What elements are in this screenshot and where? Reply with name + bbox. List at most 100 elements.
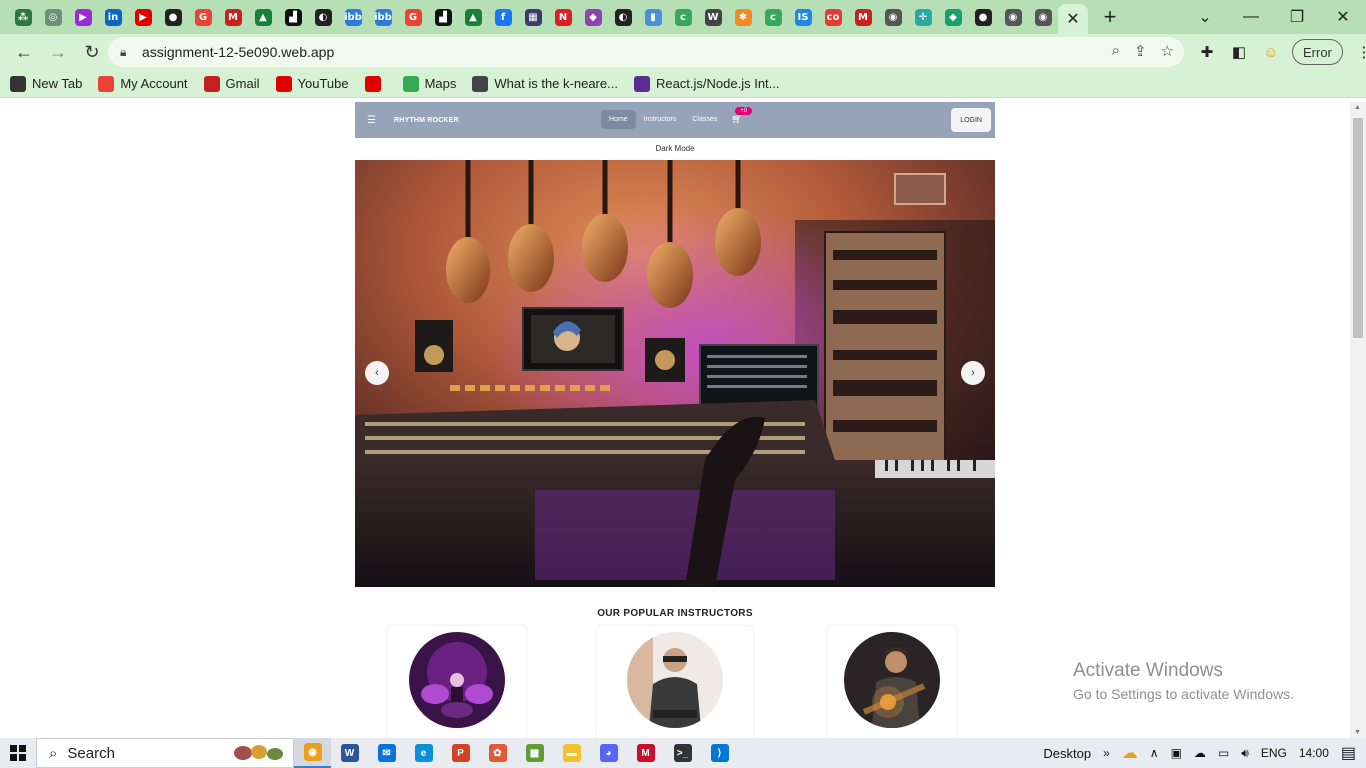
gmail-tab-icon-2[interactable]: M [848, 0, 878, 34]
drive-tab-icon-2[interactable]: ▲ [458, 0, 488, 34]
extensions-puzzle-icon[interactable]: ✚ [1196, 43, 1218, 61]
toolbar-expand-icon[interactable]: » [1103, 746, 1110, 760]
zoom-icon[interactable]: ⌕ [1112, 42, 1120, 60]
menu-kebab-icon[interactable]: ⋮ [1353, 43, 1366, 61]
github-tab-icon-2[interactable]: ● [968, 0, 998, 34]
mcafee-taskbar-icon[interactable]: M [627, 738, 664, 768]
cart-button[interactable]: 🛒︎ +0 [731, 107, 753, 125]
taskbar-search[interactable]: ⌕ Search [36, 738, 294, 768]
facebook-tab-icon[interactable]: f [488, 0, 518, 34]
media-tab-icon[interactable]: ▶ [68, 0, 98, 34]
active-tab[interactable]: ✕ [1058, 4, 1088, 34]
nav-instructors[interactable]: Instructors [636, 110, 685, 129]
tab-icon-33[interactable]: ◉ [998, 0, 1028, 34]
github-tab-icon[interactable]: ● [158, 0, 188, 34]
word-taskbar-icon[interactable]: W [331, 738, 368, 768]
bookmark-item[interactable]: New Tab [10, 75, 82, 92]
lock-icon[interactable]: 🔒︎ [120, 45, 140, 60]
reload-icon[interactable]: ↻ [76, 36, 108, 68]
tab-icon-9[interactable]: ▟ [278, 0, 308, 34]
onedrive-icon[interactable]: ☁ [1194, 746, 1206, 760]
tab-icon-34[interactable]: ◉ [1028, 0, 1058, 34]
tab-icon-10[interactable]: ◐ [308, 0, 338, 34]
edge-taskbar-icon[interactable]: e [405, 738, 442, 768]
login-button[interactable]: LOGIN [951, 108, 991, 132]
hamburger-menu-icon[interactable]: ☰ [367, 115, 376, 126]
carousel-next-button[interactable]: › [961, 361, 985, 385]
bookmark-item[interactable]: YouTube [275, 75, 349, 92]
forward-icon[interactable]: → [42, 36, 74, 68]
linkedin-tab-icon[interactable]: in [98, 0, 128, 34]
restore-icon[interactable]: ❐ [1274, 7, 1320, 27]
chatgpt-tab-icon[interactable]: ◎ [38, 0, 68, 34]
back-icon[interactable]: ← [8, 36, 40, 68]
bookmark-item[interactable]: Gmail [203, 75, 260, 92]
tab-icon-14[interactable]: ▟ [428, 0, 458, 34]
side-panel-icon[interactable]: ◧ [1228, 43, 1250, 61]
gmail-tab-icon[interactable]: M [218, 0, 248, 34]
bookmark-item[interactable]: React.js/Node.js Int... [633, 75, 780, 92]
nav-classes[interactable]: Classes [684, 110, 725, 129]
weather-icon[interactable]: ☁ [1122, 743, 1138, 763]
youtube-tab-icon[interactable]: ▶ [128, 0, 158, 34]
bookmark-item[interactable]: Maps [402, 75, 456, 92]
discord-taskbar-icon[interactable]: ◕ [590, 738, 627, 768]
minimize-icon[interactable]: — [1228, 8, 1274, 26]
scroll-down-icon[interactable]: ▼ [1354, 729, 1361, 736]
terminal-taskbar-icon[interactable]: >_ [664, 738, 701, 768]
explorer-taskbar-icon[interactable]: ▬ [553, 738, 590, 768]
close-tab-icon[interactable]: ✕ [1066, 9, 1079, 29]
bookmark-item[interactable]: What is the k-neare... [472, 75, 618, 92]
page-scrollbar[interactable]: ▲ ▼ [1350, 102, 1366, 738]
tab-icon-26[interactable]: IS [788, 0, 818, 34]
volume-icon[interactable]: 🔊︎ [1241, 746, 1249, 761]
tab-icon-31[interactable]: ◆ [938, 0, 968, 34]
tab-icon-27[interactable]: co [818, 0, 848, 34]
netflix-tab-icon[interactable]: N [548, 0, 578, 34]
meet-now-icon[interactable]: ▣ [1171, 746, 1182, 760]
tab-icon-22[interactable]: c [668, 0, 698, 34]
nav-home[interactable]: Home [601, 110, 636, 129]
close-window-icon[interactable]: ✕ [1320, 7, 1366, 27]
scrollbar-thumb[interactable] [1353, 118, 1363, 338]
address-bar[interactable]: 🔒︎ assignment-12-5e090.web.app ⌕ ⇪ ☆ [108, 37, 1184, 67]
profile-avatar[interactable]: ☺ [1260, 44, 1282, 61]
store-taskbar-icon[interactable]: ▦ [516, 738, 553, 768]
notifications-icon[interactable]: ▤ [1341, 743, 1356, 763]
tab-icon-20[interactable]: ◐ [608, 0, 638, 34]
bookmark-item[interactable] [364, 75, 387, 92]
share-icon[interactable]: ⇪ [1134, 42, 1147, 60]
tab-icon-29[interactable]: ◉ [878, 0, 908, 34]
tab-search-icon[interactable]: ⌄ [1182, 7, 1228, 27]
google-tab-icon[interactable]: G [188, 0, 218, 34]
language-indicator[interactable]: ENG [1261, 746, 1287, 760]
new-tab-button[interactable]: + [1092, 4, 1128, 30]
google-tab-icon-2[interactable]: G [398, 0, 428, 34]
tab-icon-21[interactable]: ▮ [638, 0, 668, 34]
tab-icon-24[interactable]: ✱ [728, 0, 758, 34]
scroll-up-icon[interactable]: ▲ [1354, 104, 1361, 111]
ai-tab-icon[interactable]: ⁂ [8, 0, 38, 34]
mail-taskbar-icon[interactable]: ✉ [368, 738, 405, 768]
photos-taskbar-icon[interactable]: ✿ [479, 738, 516, 768]
vscode-taskbar-icon[interactable]: ⟩ [701, 738, 738, 768]
tray-overflow-icon[interactable]: ∧ [1150, 746, 1159, 760]
carousel-prev-button[interactable]: ‹ [365, 361, 389, 385]
clock[interactable]: 14:00 [1299, 746, 1329, 760]
tab-icon-25[interactable]: c [758, 0, 788, 34]
start-button[interactable] [0, 738, 36, 768]
bookmark-item[interactable]: My Account [98, 75, 188, 92]
desktop-toolbar[interactable]: Desktop [1043, 746, 1091, 761]
powerpoint-taskbar-icon[interactable]: P [442, 738, 479, 768]
chrome-taskbar-icon[interactable]: ◉ [294, 738, 331, 768]
tab-icon-30[interactable]: ✛ [908, 0, 938, 34]
tab-icon-19[interactable]: ◆ [578, 0, 608, 34]
error-button[interactable]: Error [1292, 39, 1343, 65]
site-brand[interactable]: RHYTHM ROCKER [394, 117, 459, 124]
drive-tab-icon[interactable]: ▲ [248, 0, 278, 34]
bookmark-star-icon[interactable]: ☆ [1161, 42, 1174, 60]
dark-mode-toggle[interactable]: Dark Mode [355, 144, 995, 153]
tab-icon-23[interactable]: W [698, 0, 728, 34]
tab-icon-17[interactable]: ▦ [518, 0, 548, 34]
battery-icon[interactable]: ▭ [1218, 746, 1229, 760]
